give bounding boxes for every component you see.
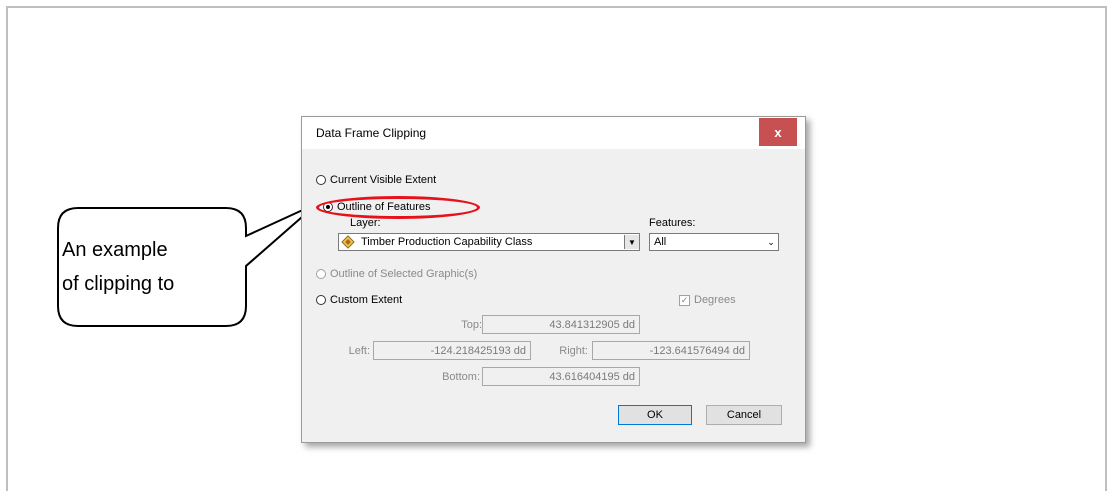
radio-label: Current Visible Extent	[330, 174, 437, 186]
dialog-titlebar: Data Frame Clipping x	[302, 117, 805, 149]
left-label: Left:	[348, 345, 370, 357]
cancel-button[interactable]: Cancel	[706, 405, 782, 425]
degrees-label: Degrees	[694, 294, 736, 306]
ok-button[interactable]: OK	[618, 405, 692, 425]
bottom-label: Bottom:	[442, 371, 480, 383]
degrees-checkbox-row[interactable]: ✓ Degrees	[679, 294, 736, 306]
close-button[interactable]: x	[759, 118, 797, 146]
radio-button[interactable]	[316, 175, 326, 185]
top-label: Top:	[461, 319, 482, 331]
radio-button[interactable]	[316, 269, 326, 279]
dropdown-arrow-icon[interactable]: ▼	[624, 235, 639, 249]
left-extent-value: -124.218425193 dd	[430, 344, 526, 357]
features-value: All	[654, 236, 667, 248]
layer-label: Layer:	[350, 217, 381, 229]
chevron-down-icon[interactable]: ⌄	[764, 237, 778, 248]
radio-label: Outline of Selected Graphic(s)	[330, 268, 478, 280]
right-label: Right:	[559, 345, 588, 357]
features-label: Features:	[649, 217, 696, 229]
bottom-extent-value: 43.616404195 dd	[549, 370, 635, 383]
radio-outline-of-selected-graphics[interactable]: Outline of Selected Graphic(s)	[316, 268, 477, 280]
right-extent-value: -123.641576494 dd	[649, 344, 745, 357]
degrees-checkbox[interactable]: ✓	[679, 294, 690, 306]
bottom-extent-field[interactable]: 43.616404195 dd	[482, 367, 640, 386]
left-extent-field[interactable]: -124.218425193 dd	[373, 341, 531, 360]
dialog-body: Current Visible Extent Outline of Featur…	[310, 149, 797, 434]
callout-line-1: An example	[62, 239, 168, 261]
layer-value: Timber Production Capability Class	[361, 236, 533, 248]
right-extent-field[interactable]: -123.641576494 dd	[592, 341, 750, 360]
red-highlight-ellipse	[316, 196, 480, 219]
callout-text: An example of clipping to	[62, 233, 174, 301]
radio-custom-extent[interactable]: Custom Extent	[316, 294, 402, 306]
top-extent-field[interactable]: 43.841312905 dd	[482, 315, 640, 334]
data-frame-clipping-dialog: Data Frame Clipping x Current Visible Ex…	[301, 116, 806, 443]
features-dropdown[interactable]: All ⌄	[649, 233, 779, 251]
layer-dropdown[interactable]: Timber Production Capability Class ▼	[338, 233, 640, 251]
polygon-layer-icon	[341, 235, 355, 249]
close-icon: x	[774, 124, 782, 140]
callout-line-2: of clipping to	[62, 273, 175, 295]
radio-button[interactable]	[316, 295, 326, 305]
radio-current-visible-extent[interactable]: Current Visible Extent	[316, 174, 436, 186]
dialog-title: Data Frame Clipping	[316, 126, 427, 140]
top-extent-value: 43.841312905 dd	[549, 318, 635, 331]
radio-label: Custom Extent	[330, 294, 403, 306]
